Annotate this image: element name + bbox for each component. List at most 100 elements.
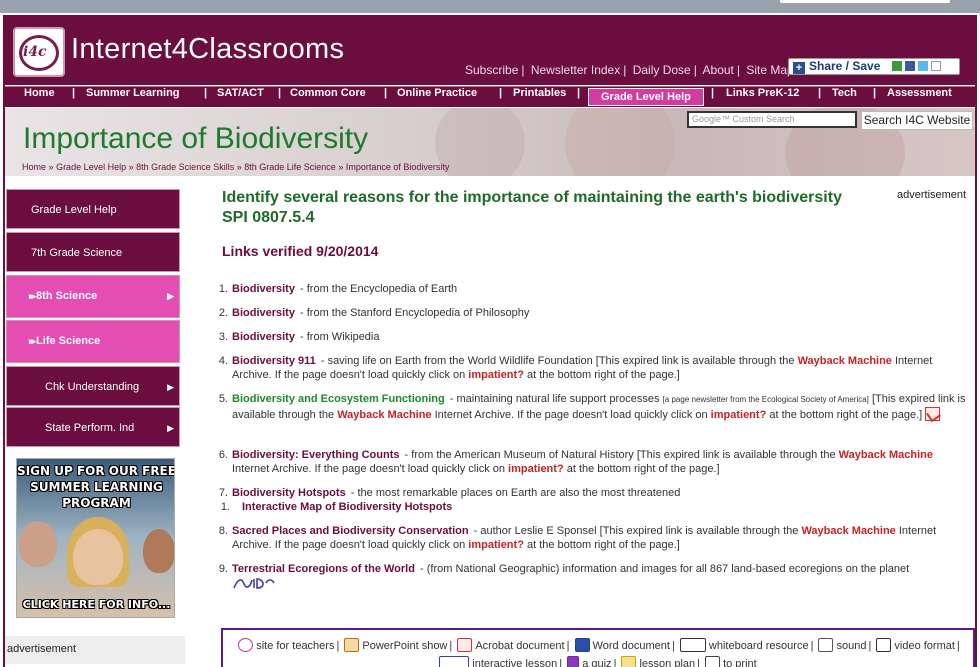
promo-photo-shape [73, 529, 123, 585]
list-number: 7. [218, 487, 228, 499]
impatient-link[interactable]: impatient? [711, 409, 767, 421]
newsletter-index-link[interactable]: Newsletter Index [531, 63, 620, 77]
link-title[interactable]: Interactive Map of Biodiversity Hotspots [242, 501, 452, 513]
header-separator: | [693, 63, 697, 77]
sidebar-item-8th-science[interactable]: ▸▸ 8th Science ▶ [6, 275, 180, 318]
summer-learning-promo[interactable]: SIGN UP FOR OUR FREE SUMMER LEARNING PRO… [16, 458, 175, 618]
sidebar-item-chk-understanding[interactable]: Chk Understanding ▶ [6, 366, 180, 406]
nav-online-practice[interactable]: Online Practice [397, 87, 477, 107]
nav-common-core[interactable]: Common Core [290, 87, 366, 107]
sidebar-item-label: Grade Level Help [31, 204, 117, 216]
nav-separator: | [278, 87, 282, 99]
breadcrumb-grade-level-help[interactable]: Grade Level Help [56, 162, 126, 172]
share-save-button[interactable]: + Share / Save [788, 58, 960, 75]
subscribe-link[interactable]: Subscribe [465, 63, 518, 77]
daily-dose-link[interactable]: Daily Dose [633, 63, 691, 77]
breadcrumb-home[interactable]: Home [22, 162, 46, 172]
legend-word: Word document [574, 637, 670, 655]
site-logo[interactable]: i4c [13, 27, 65, 77]
header-links: Subscribe | Newsletter Index | Daily Dose |… [465, 63, 794, 77]
link-title[interactable]: Biodiversity and Ecosystem Functioning [232, 393, 445, 405]
legend-label: whiteboard resource [708, 640, 809, 652]
header-separator: | [521, 63, 525, 77]
breadcrumb-8th-grade-life-science[interactable]: 8th Grade Life Science [244, 162, 336, 172]
sidebar-item-state-perform-ind[interactable]: State Perform. Ind ▶ [6, 407, 180, 447]
title-banner: Importance of Biodiversity Home » Grade … [5, 108, 975, 176]
link-title[interactable]: Biodiversity 911 [232, 355, 316, 367]
link-description: - the most remarkable places on Earth ar… [350, 487, 681, 499]
legend-label: Word document [592, 640, 670, 652]
link-title[interactable]: Sacred Places and Biodiversity Conservat… [232, 525, 469, 537]
list-number: 1. [218, 283, 228, 295]
wayback-note: at the bottom right of the page.] [526, 539, 680, 551]
legend-separator: | [613, 658, 617, 667]
twitter-icon [917, 61, 928, 71]
site-brand[interactable]: Internet4Classrooms [71, 33, 344, 66]
link-description: - saving life on Earth from the World Wi… [320, 355, 593, 367]
list-number: 3. [218, 331, 228, 343]
link-description: - from the Encyclopedia of Earth [300, 283, 458, 295]
browser-top-strip [0, 0, 980, 13]
about-link[interactable]: About [703, 63, 734, 77]
promo-photo-shape [143, 529, 174, 573]
promo-cta[interactable]: CLICK HERE FOR INFO... [17, 598, 174, 611]
sidebar-item-label: State Perform. Ind [45, 422, 135, 434]
links-verified-date: Links verified 9/20/2014 [222, 243, 379, 259]
link-title[interactable]: Biodiversity [232, 307, 295, 319]
nav-grade-level-help[interactable]: Grade Level Help [588, 88, 704, 106]
wayback-note: Internet Archive. If the page doesn't lo… [232, 463, 505, 475]
nav-separator: | [818, 87, 822, 99]
powerpoint-icon [344, 638, 360, 652]
nav-printables[interactable]: Printables [513, 87, 566, 107]
word-icon [574, 638, 590, 652]
nav-summer-learning[interactable]: Summer Learning [86, 87, 180, 107]
wayback-note: [This expired link is available through … [636, 449, 836, 461]
impatient-link[interactable]: impatient? [508, 463, 564, 475]
header-separator: | [623, 63, 627, 77]
breadcrumb-8th-grade-science-skills[interactable]: 8th Grade Science Skills [136, 162, 235, 172]
sidebar-item-grade-level-help[interactable]: Grade Level Help [6, 189, 180, 229]
objective-heading: Identify several reasons for the importa… [222, 189, 842, 226]
legend-label: Acrobat document [475, 640, 565, 652]
wayback-machine-link[interactable]: Wayback Machine [801, 525, 895, 537]
link-title[interactable]: Biodiversity: Everything Counts [232, 449, 399, 461]
wayback-machine-link[interactable]: Wayback Machine [337, 409, 431, 421]
nav-separator: | [873, 87, 877, 99]
list-number: 9. [218, 563, 228, 575]
sidebar-item-life-science[interactable]: ▸▸ Life Science [6, 320, 180, 363]
link-title[interactable]: Terrestrial Ecoregions of the World [232, 563, 415, 575]
impatient-link[interactable]: impatient? [468, 369, 524, 381]
site-map-link[interactable]: Site Map [746, 63, 793, 77]
site-search-button[interactable]: Search I4C Website [861, 111, 973, 130]
legend-label: video format [894, 640, 955, 652]
nav-home[interactable]: Home [24, 87, 55, 107]
impatient-link[interactable]: impatient? [468, 539, 524, 551]
legend-separator: | [336, 640, 340, 652]
list-number: 1. [220, 501, 230, 513]
link-description: - maintaining natural life support proce… [449, 393, 660, 405]
legend-label: lesson plan [639, 658, 696, 667]
wayback-note: at the bottom right of the page.] [526, 369, 680, 381]
main-nav: Home | Summer Learning | SAT/ACT | Commo… [5, 86, 975, 107]
nav-assessment[interactable]: Assessment [887, 87, 952, 107]
link-title[interactable]: Biodiversity [232, 331, 295, 343]
interactive-lesson-icon [439, 656, 470, 667]
wayback-machine-link[interactable]: Wayback Machine [798, 355, 892, 367]
legend-label: sound [836, 640, 867, 652]
chevron-right-icon: ▶ [167, 291, 174, 301]
link-title[interactable]: Biodiversity Hotspots [232, 487, 346, 499]
nav-sat-act[interactable]: SAT/ACT [217, 87, 264, 107]
nav-links-prek-12[interactable]: Links PreK-12 [726, 87, 799, 107]
list-number: 6. [218, 449, 228, 461]
site-search-input[interactable]: Google™ Custom Search [687, 111, 857, 128]
lightbulb-icon [621, 656, 637, 667]
list-number: 8. [218, 525, 228, 537]
nav-tech[interactable]: Tech [832, 87, 857, 107]
legend-separator: | [449, 640, 453, 652]
sidebar-item-7th-grade-science[interactable]: 7th Grade Science [6, 232, 180, 272]
sidebar-advertisement-label: advertisement [5, 636, 185, 664]
legend-label: to print [723, 658, 757, 667]
wayback-machine-link[interactable]: Wayback Machine [839, 449, 933, 461]
link-title[interactable]: Biodiversity [232, 283, 295, 295]
legend-site-for-teachers: site for teachers [238, 637, 334, 655]
